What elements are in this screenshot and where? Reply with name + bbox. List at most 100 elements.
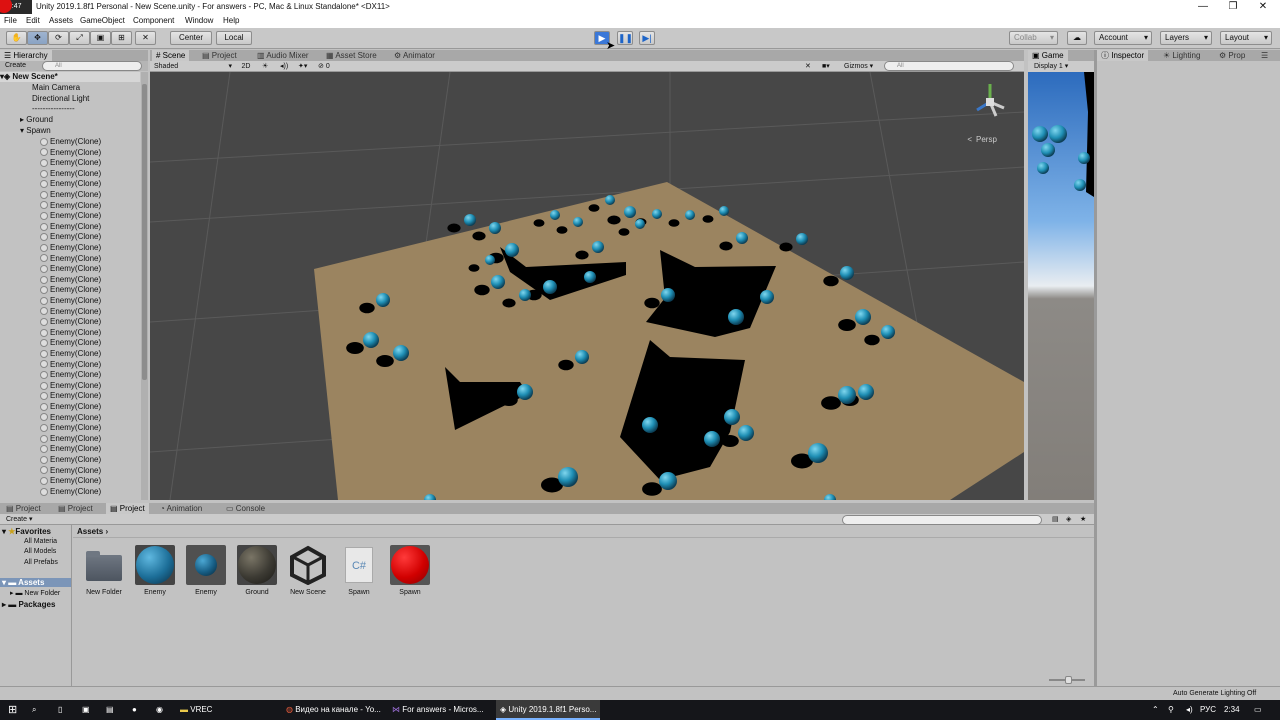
favorites-header[interactable]: ▾ ★Favorites xyxy=(2,527,51,536)
hierarchy-item-enemy-clone[interactable]: Enemy(Clone) xyxy=(40,211,101,221)
hierarchy-item-ground[interactable]: ▸ Ground xyxy=(20,115,53,125)
enemy-sphere[interactable] xyxy=(491,275,505,289)
tab-audio-mixer[interactable]: ▥ Audio Mixer xyxy=(253,50,313,61)
language-indicator[interactable]: РУС xyxy=(1196,700,1216,720)
hierarchy-item-enemy-clone[interactable]: Enemy(Clone) xyxy=(40,413,101,423)
asset-enemy-prefab[interactable]: Enemy xyxy=(183,545,229,596)
filter-label-icon[interactable]: ◈ xyxy=(1066,514,1071,525)
move-tool-icon[interactable]: ✥ xyxy=(27,31,48,45)
enemy-sphere[interactable] xyxy=(881,325,895,339)
minimize-button[interactable]: — xyxy=(1188,0,1218,14)
tray-expand-icon[interactable]: ⌃ xyxy=(1148,700,1159,720)
clock[interactable]: 2:34 xyxy=(1220,700,1240,720)
pause-button[interactable]: ❚❚ xyxy=(617,31,633,45)
enemy-sphere[interactable] xyxy=(505,243,519,257)
enemy-sphere[interactable] xyxy=(838,386,856,404)
hierarchy-item-enemy-clone[interactable]: Enemy(Clone) xyxy=(40,317,101,327)
tab-animator[interactable]: ⚙ Animator xyxy=(390,50,439,61)
scene-viewport[interactable]: Persp < xyxy=(150,72,1024,500)
tab-project-2[interactable]: ▤ Project xyxy=(54,503,97,514)
lighting-toggle-icon[interactable]: ☀ xyxy=(262,61,268,72)
hierarchy-item-enemy-clone[interactable]: Enemy(Clone) xyxy=(40,455,101,465)
maximize-button[interactable]: ❐ xyxy=(1218,0,1248,14)
favorite-star-icon[interactable]: ★ xyxy=(1080,514,1086,525)
cloud-icon[interactable]: ☁ xyxy=(1067,31,1087,45)
enemy-sphere[interactable] xyxy=(550,210,560,220)
enemy-sphere[interactable] xyxy=(543,280,557,294)
project-breadcrumb[interactable]: Assets › xyxy=(77,527,108,536)
enemy-sphere[interactable] xyxy=(575,350,589,364)
scale-tool-icon[interactable]: ⤢ xyxy=(69,31,90,45)
enemy-sphere[interactable] xyxy=(605,195,615,205)
menu-assets[interactable]: Assets xyxy=(49,14,73,28)
favorite-item[interactable]: All Models xyxy=(24,548,56,555)
volume-icon[interactable]: ◂) xyxy=(1182,700,1193,720)
step-button[interactable]: ▶| xyxy=(639,31,655,45)
enemy-sphere[interactable] xyxy=(728,309,744,325)
enemy-sphere[interactable] xyxy=(855,309,871,325)
close-button[interactable]: ✕ xyxy=(1248,0,1278,14)
enemy-sphere[interactable] xyxy=(573,217,583,227)
hierarchy-item-enemy-clone[interactable]: Enemy(Clone) xyxy=(40,169,101,179)
enemy-sphere[interactable] xyxy=(584,271,596,283)
enemy-sphere[interactable] xyxy=(624,206,636,218)
hierarchy-item-enemy-clone[interactable]: Enemy(Clone) xyxy=(40,434,101,444)
enemy-sphere[interactable] xyxy=(704,431,720,447)
game-viewport[interactable] xyxy=(1028,72,1094,500)
custom-tool-icon[interactable]: ✕ xyxy=(135,31,156,45)
enemy-sphere[interactable] xyxy=(760,290,774,304)
rect-tool-icon[interactable]: ▣ xyxy=(90,31,111,45)
menu-help[interactable]: Help xyxy=(223,14,239,28)
blender-icon[interactable]: ◉ xyxy=(152,700,163,720)
hierarchy-item-enemy-clone[interactable]: Enemy(Clone) xyxy=(40,264,101,274)
asset-enemy-material[interactable]: Enemy xyxy=(132,545,178,596)
enemy-sphere[interactable] xyxy=(485,255,495,265)
notifications-icon[interactable]: ▭ xyxy=(1250,700,1262,720)
tab-project[interactable]: ▤ Project xyxy=(198,50,241,61)
scene-search-input[interactable]: All xyxy=(884,61,1014,71)
game-display-dropdown[interactable]: Display 1 ▾ xyxy=(1028,61,1094,72)
hierarchy-item-directional-light[interactable]: Directional Light xyxy=(32,94,89,104)
hierarchy-item-enemy-clone[interactable]: Enemy(Clone) xyxy=(40,137,101,147)
mode-2d-toggle[interactable]: 2D xyxy=(238,61,254,72)
enemy-sphere[interactable] xyxy=(517,384,533,400)
hierarchy-item-enemy-clone[interactable]: Enemy(Clone) xyxy=(40,487,101,497)
enemy-sphere[interactable] xyxy=(840,266,854,280)
hierarchy-item-enemy-clone[interactable]: Enemy(Clone) xyxy=(40,338,101,348)
rotate-tool-icon[interactable]: ⟳ xyxy=(48,31,69,45)
hierarchy-search-input[interactable]: All xyxy=(42,61,142,71)
hierarchy-item-enemy-clone[interactable]: Enemy(Clone) xyxy=(40,254,101,264)
tab-lighting[interactable]: ☀ Lighting xyxy=(1159,50,1204,61)
asset-new-scene[interactable]: New Scene xyxy=(285,545,331,596)
enemy-sphere[interactable] xyxy=(642,417,658,433)
tab-scene[interactable]: # Scene xyxy=(152,50,190,61)
hierarchy-item-enemy-clone[interactable]: Enemy(Clone) xyxy=(40,423,101,433)
audio-toggle-icon[interactable]: ◂)) xyxy=(280,61,288,72)
hierarchy-item-enemy-clone[interactable]: Enemy(Clone) xyxy=(40,158,101,168)
notepad-icon[interactable]: ▤ xyxy=(102,700,114,720)
project-search-input[interactable] xyxy=(842,515,1042,525)
icon-size-slider[interactable] xyxy=(1049,676,1085,684)
assets-root-folder[interactable]: ▾ ▬ Assets xyxy=(0,578,71,587)
enemy-sphere[interactable] xyxy=(685,210,695,220)
hierarchy-scrollbar[interactable] xyxy=(141,72,148,500)
hierarchy-item-separator[interactable]: ---------------- xyxy=(32,104,75,114)
menu-window[interactable]: Window xyxy=(185,14,213,28)
enemy-sphere[interactable] xyxy=(719,206,729,216)
scene-root-row[interactable]: ▾◈ New Scene* xyxy=(0,72,140,82)
hierarchy-item-enemy-clone[interactable]: Enemy(Clone) xyxy=(40,391,101,401)
enemy-sphere[interactable] xyxy=(376,293,390,307)
layout-dropdown[interactable]: Layout xyxy=(1220,31,1272,45)
effects-toggle-icon[interactable]: ✦▾ xyxy=(298,61,307,72)
hidden-objects-icon[interactable]: ⊘ 0 xyxy=(318,61,330,72)
hierarchy-item-enemy-clone[interactable]: Enemy(Clone) xyxy=(40,476,101,486)
taskbar-app-chrome[interactable]: ◍ Видео на канале - Yo... xyxy=(282,700,386,720)
hierarchy-create-button[interactable]: Create xyxy=(5,61,26,71)
enemy-sphere[interactable] xyxy=(652,209,662,219)
filter-type-icon[interactable]: ▤ xyxy=(1052,514,1059,525)
enemy-sphere[interactable] xyxy=(489,222,501,234)
hierarchy-item-enemy-clone[interactable]: Enemy(Clone) xyxy=(40,190,101,200)
hierarchy-item-enemy-clone[interactable]: Enemy(Clone) xyxy=(40,222,101,232)
tab-properties[interactable]: ⚙ Prop xyxy=(1215,50,1249,61)
hierarchy-item-enemy-clone[interactable]: Enemy(Clone) xyxy=(40,307,101,317)
